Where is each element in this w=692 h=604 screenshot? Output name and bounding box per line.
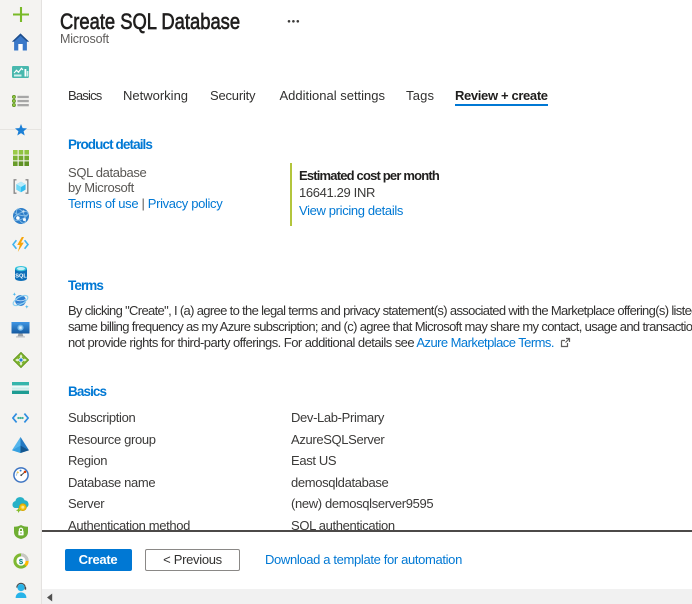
- svg-text:SQL: SQL: [15, 274, 27, 280]
